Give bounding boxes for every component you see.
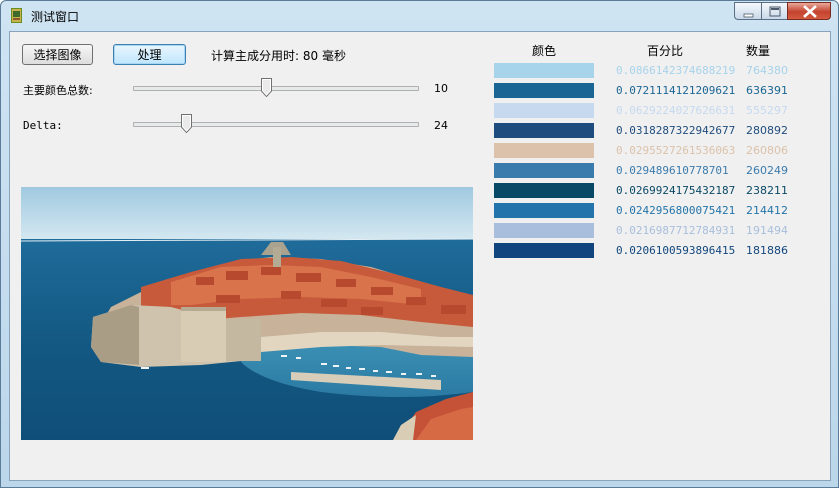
count-cell: 181886 (746, 244, 788, 257)
percent-cell: 0.0216987712784931 (616, 224, 736, 237)
percent-cell: 0.0295527261536063 (616, 144, 736, 157)
color-swatch (494, 243, 594, 258)
color-count-slider-thumb[interactable] (260, 78, 272, 97)
percent-column-header: 百分比 (647, 44, 684, 58)
percent-cell: 0.0721114121209621 (616, 84, 736, 97)
color-count-slider-track[interactable] (133, 86, 419, 91)
window-title: 测试窗口 (31, 10, 80, 24)
percent-cell: 0.0269924175432187 (616, 184, 736, 197)
count-cell: 555297 (746, 104, 788, 117)
app-window: 测试窗口 选择图像 处理 计算主成分用时: 80 毫秒 主要颜色总数: 10 D… (0, 0, 839, 488)
percent-cell: 0.0318287322942677 (616, 124, 736, 137)
color-column-header: 颜色 (532, 44, 557, 58)
color-swatch (494, 63, 594, 78)
client-area: 选择图像 处理 计算主成分用时: 80 毫秒 主要颜色总数: 10 Delta:… (9, 31, 831, 481)
delta-slider-track[interactable] (133, 122, 419, 127)
color-swatch (494, 143, 594, 158)
count-cell: 764380 (746, 64, 788, 77)
count-cell: 238211 (746, 184, 788, 197)
minimize-icon (743, 13, 754, 18)
count-cell: 636391 (746, 84, 788, 97)
maximize-icon (769, 6, 781, 17)
count-cell: 280892 (746, 124, 788, 137)
preview-image (21, 187, 473, 440)
color-count-value: 10 (434, 82, 448, 95)
elapsed-time-text: 计算主成分用时: 80 毫秒 (211, 49, 346, 63)
count-column-header: 数量 (746, 44, 771, 58)
color-swatch (494, 83, 594, 98)
delta-slider-thumb[interactable] (181, 114, 193, 133)
delta-label: Delta: (23, 119, 63, 132)
count-cell: 260806 (746, 144, 788, 157)
process-button[interactable]: 处理 (113, 44, 186, 65)
close-button[interactable] (787, 2, 831, 20)
percent-cell: 0.0206100593896415 (616, 244, 736, 257)
color-swatch (494, 183, 594, 198)
color-swatch (494, 163, 594, 178)
minimize-button[interactable] (734, 2, 761, 20)
title-bar[interactable]: 测试窗口 (1, 1, 838, 31)
percent-cell: 0.0242956800075421 (616, 204, 736, 217)
color-swatch (494, 123, 594, 138)
caption-buttons (734, 2, 831, 20)
count-cell: 260249 (746, 164, 788, 177)
count-cell: 191494 (746, 224, 788, 237)
count-cell: 214412 (746, 204, 788, 217)
close-icon (803, 5, 817, 18)
app-icon (11, 8, 22, 23)
color-swatch (494, 223, 594, 238)
maximize-button[interactable] (761, 2, 787, 20)
color-swatch (494, 103, 594, 118)
color-swatch (494, 203, 594, 218)
color-count-label: 主要颜色总数: (23, 84, 93, 97)
percent-cell: 0.0866142374688219 (616, 64, 736, 77)
percent-cell: 0.029489610778701 (616, 164, 729, 177)
select-image-button[interactable]: 选择图像 (22, 44, 93, 65)
delta-value: 24 (434, 119, 448, 132)
percent-cell: 0.0629224027626631 (616, 104, 736, 117)
